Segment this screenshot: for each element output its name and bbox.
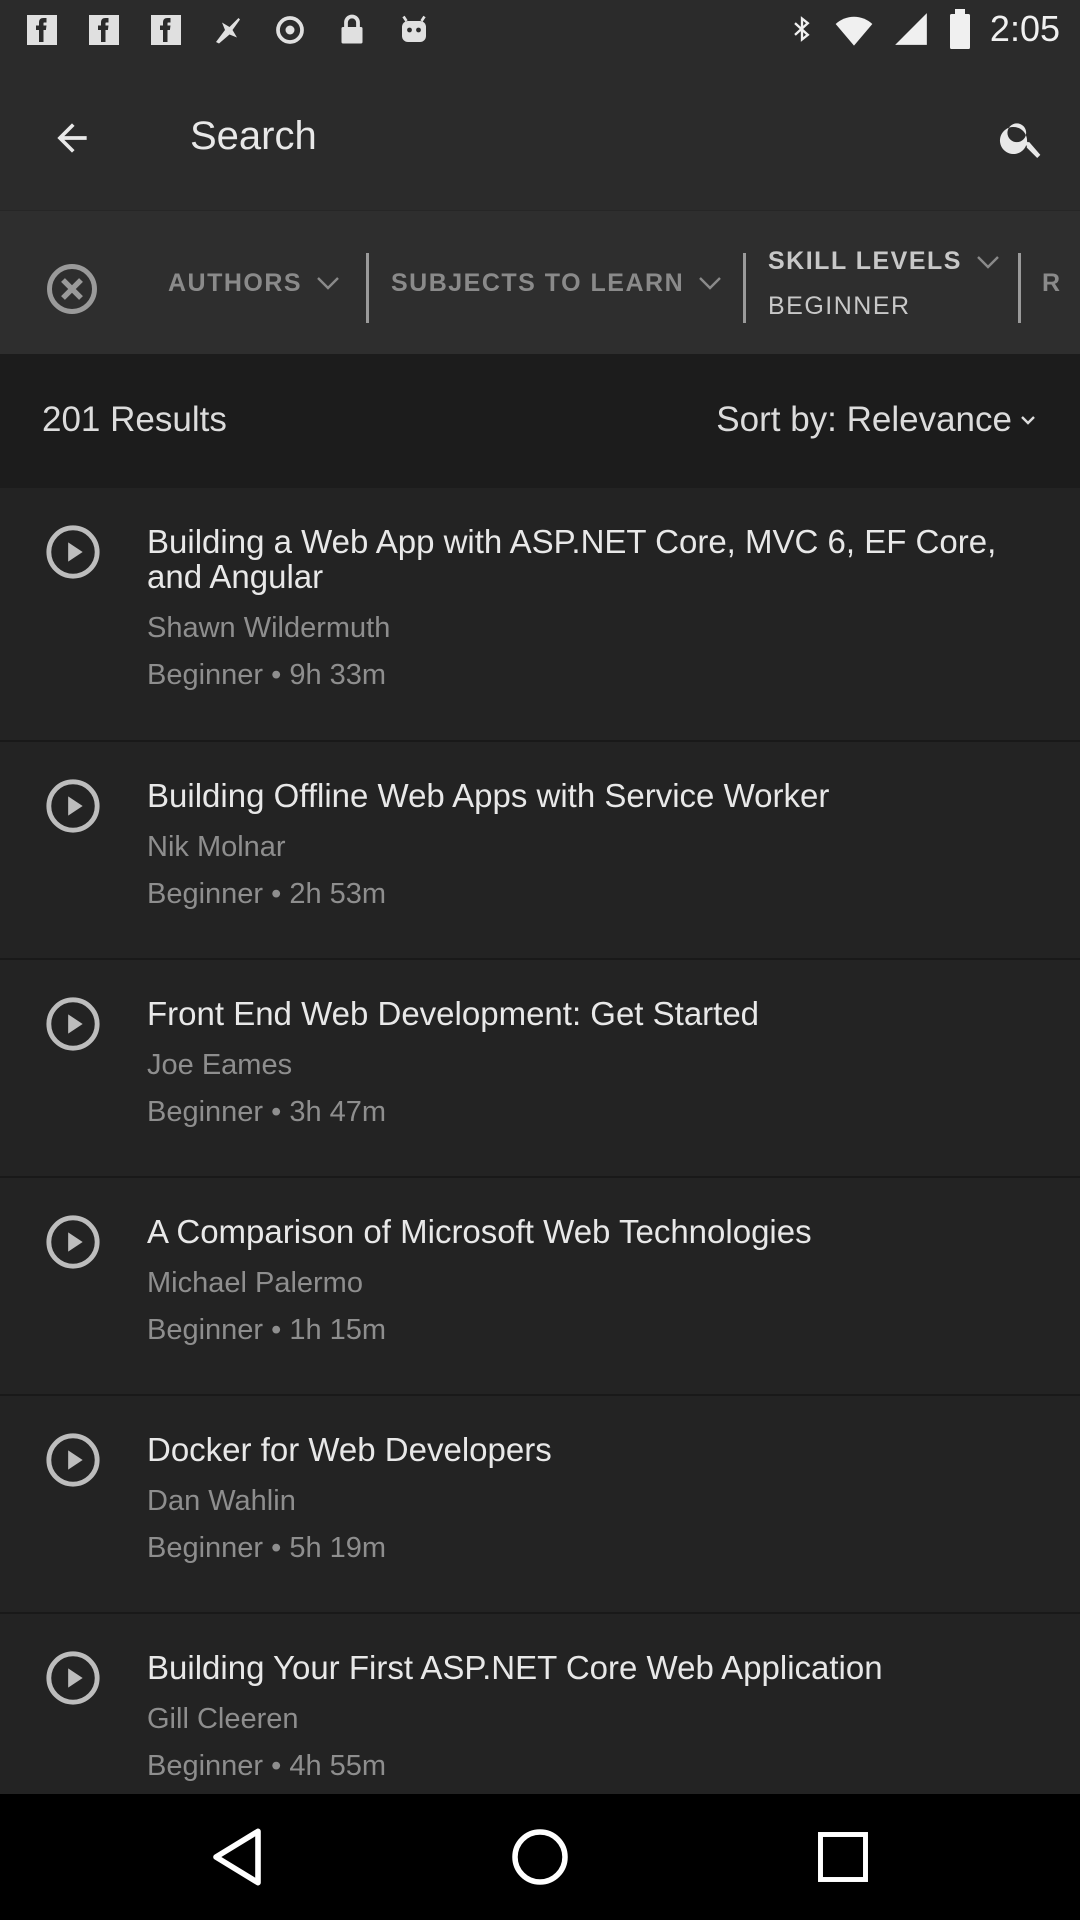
fax-icon xyxy=(216,18,240,44)
cast-icon xyxy=(276,16,304,44)
course-item[interactable]: Building Offline Web Apps with Service W… xyxy=(0,742,1080,960)
search-field[interactable]: Search xyxy=(190,114,317,159)
play-circle-icon xyxy=(46,997,100,1051)
f-icon xyxy=(27,15,57,45)
course-title: Building Your First ASP.NET Core Web App… xyxy=(147,1649,883,1686)
search-button[interactable] xyxy=(990,106,1054,170)
course-item[interactable]: Front End Web Development: Get Started J… xyxy=(0,960,1080,1178)
f-icon xyxy=(89,15,119,45)
chevron-down-icon xyxy=(1021,416,1035,425)
course-item[interactable]: A Comparison of Microsoft Web Technologi… xyxy=(0,1178,1080,1396)
course-author: Dan Wahlin xyxy=(147,1485,296,1517)
course-author: Michael Palermo xyxy=(147,1267,363,1299)
nav-home-button[interactable] xyxy=(505,1822,575,1892)
filter-bar: AUTHORS SUBJECTS TO LEARN SKILL LEVELS B… xyxy=(0,210,1080,355)
filter-authors[interactable]: AUTHORS xyxy=(168,211,340,355)
chevron-down-icon xyxy=(699,277,721,290)
filter-next-label[interactable]: R xyxy=(1042,269,1060,298)
clock: 2:05 xyxy=(989,8,1060,49)
back-button[interactable] xyxy=(40,106,104,170)
filter-divider xyxy=(366,253,369,323)
results-header: 201 Results Sort by: Relevance xyxy=(0,354,1080,488)
status-bar: 2:05 xyxy=(0,0,1080,62)
course-author: Nik Molnar xyxy=(147,831,286,863)
course-title: Docker for Web Developers xyxy=(147,1431,552,1468)
course-meta: Beginner • 4h 55m xyxy=(147,1750,387,1782)
filter-divider xyxy=(1018,253,1021,323)
android-icon xyxy=(402,15,426,42)
course-meta: Beginner • 3h 47m xyxy=(147,1096,387,1128)
course-author: Shawn Wildermuth xyxy=(147,612,391,644)
course-title: Building a Web App with ASP.NET Core, MV… xyxy=(147,523,997,595)
course-meta: Beginner • 2h 53m xyxy=(147,878,387,910)
course-title: Front End Web Development: Get Started xyxy=(147,995,760,1032)
square-recents-icon xyxy=(818,1832,868,1882)
chevron-down-icon xyxy=(317,277,339,290)
f-icon xyxy=(151,15,181,45)
nav-recents-button[interactable] xyxy=(808,1822,878,1892)
play-circle-icon xyxy=(46,1433,100,1487)
play-circle-icon xyxy=(46,1651,100,1705)
course-title: A Comparison of Microsoft Web Technologi… xyxy=(147,1213,812,1250)
filter-subjects[interactable]: SUBJECTS TO LEARN xyxy=(391,211,722,355)
filter-subjects-label: SUBJECTS TO LEARN xyxy=(391,268,685,297)
close-circle-icon xyxy=(47,264,97,314)
filter-skill-levels[interactable]: SKILL LEVELS BEGINNER xyxy=(768,247,1000,321)
app-bar: Search xyxy=(0,62,1080,210)
filter-authors-label: AUTHORS xyxy=(168,268,303,297)
triangle-back-icon xyxy=(213,1828,261,1886)
course-item[interactable]: Building a Web App with ASP.NET Core, MV… xyxy=(0,488,1080,742)
circle-home-icon xyxy=(512,1829,568,1885)
course-item[interactable]: Building Your First ASP.NET Core Web App… xyxy=(0,1614,1080,1794)
play-circle-icon xyxy=(46,525,100,579)
navigation-bar xyxy=(0,1794,1080,1920)
sort-label: Sort by: Relevance xyxy=(716,400,1012,439)
course-list: Building a Web App with ASP.NET Core, MV… xyxy=(0,488,1080,1794)
results-count: 201 Results xyxy=(42,400,227,439)
course-meta: Beginner • 9h 33m xyxy=(147,659,387,691)
bluetooth-icon xyxy=(794,16,810,42)
sort-dropdown[interactable]: Sort by: Relevance xyxy=(716,400,1036,440)
course-title: Building Offline Web Apps with Service W… xyxy=(147,777,830,814)
play-circle-icon xyxy=(46,1215,100,1269)
play-circle-icon xyxy=(46,779,100,833)
filter-skill-levels-label: SKILL LEVELS xyxy=(768,247,962,275)
battery-icon xyxy=(949,9,970,49)
chevron-down-icon xyxy=(977,255,999,269)
course-meta: Beginner • 1h 15m xyxy=(147,1314,387,1346)
clear-filters-button[interactable] xyxy=(40,257,104,321)
search-icon xyxy=(999,123,1041,158)
course-author: Gill Cleeren xyxy=(147,1703,299,1735)
course-meta: Beginner • 5h 19m xyxy=(147,1532,387,1564)
arrow-back-icon xyxy=(57,123,87,153)
filter-skill-levels-value: BEGINNER xyxy=(768,292,911,320)
course-item[interactable]: Docker for Web Developers Dan Wahlin Beg… xyxy=(0,1396,1080,1614)
nav-back-button[interactable] xyxy=(202,1822,272,1892)
lock-icon xyxy=(341,14,363,44)
wifi-icon xyxy=(835,16,873,46)
course-author: Joe Eames xyxy=(147,1049,293,1081)
signal-icon xyxy=(895,13,927,45)
filter-divider xyxy=(743,253,746,323)
